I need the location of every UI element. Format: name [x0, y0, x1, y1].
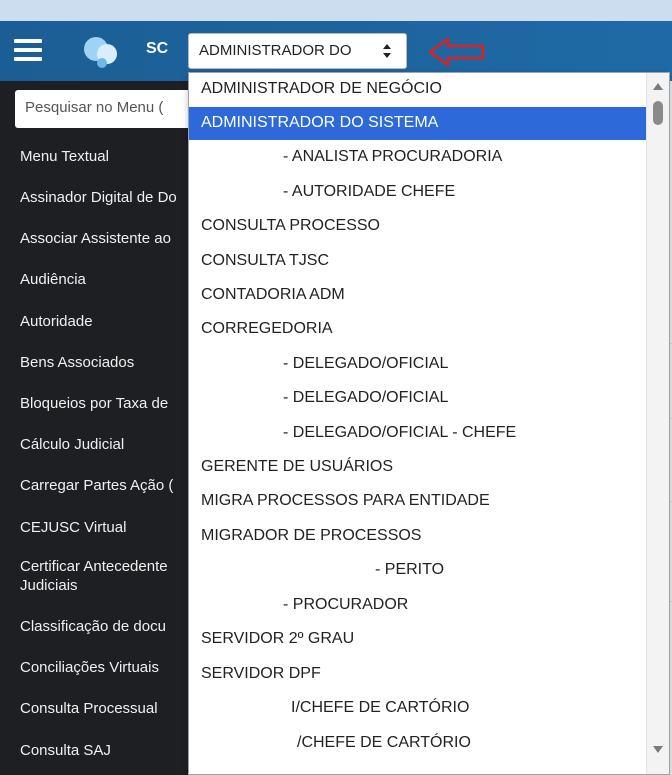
role-option[interactable]: CONSULTA TJSC: [189, 245, 647, 278]
top-strip: [0, 0, 672, 21]
menu-icon[interactable]: [14, 39, 42, 61]
role-option[interactable]: /CHEFE DE CARTÓRIO: [189, 727, 647, 760]
role-option[interactable]: - DELEGADO/OFICIAL: [189, 348, 647, 381]
role-option[interactable]: GERENTE DE USUÁRIOS: [189, 451, 647, 484]
role-option[interactable]: CORREGEDORIA: [189, 313, 647, 346]
org-code: SC: [146, 40, 169, 57]
role-option-selected[interactable]: ADMINISTRADOR DO SISTEMA: [189, 107, 647, 140]
role-option[interactable]: ADMINISTRADOR DE NEGÓCIO: [189, 73, 647, 106]
annotation-arrow-icon: [428, 37, 485, 67]
role-option[interactable]: MIGRADOR DE PROCESSOS: [189, 520, 647, 553]
role-option[interactable]: SERVIDOR DPF: [189, 658, 647, 691]
role-option[interactable]: I/CHEFE DE CARTÓRIO: [189, 692, 647, 725]
role-option[interactable]: - PROCURADOR: [189, 589, 647, 622]
select-arrows-icon: [383, 44, 391, 58]
dropdown-scrollbar[interactable]: [646, 73, 669, 774]
scroll-up-icon[interactable]: [652, 81, 664, 91]
role-option[interactable]: - ANALISTA PROCURADORIA: [189, 141, 647, 174]
role-dropdown-list: ADMINISTRADOR DE NEGÓCIO ADMINISTRADOR D…: [188, 72, 670, 775]
role-option[interactable]: CONTADORIA ADM: [189, 279, 647, 312]
role-select-value: ADMINISTRADOR DO: [199, 42, 352, 59]
role-option[interactable]: CONSULTA PROCESSO: [189, 210, 647, 243]
role-option[interactable]: MIGRA PROCESSOS PARA ENTIDADE: [189, 485, 647, 518]
role-option[interactable]: - AUTORIDADE CHEFE: [189, 176, 647, 209]
logo-icon: [84, 37, 117, 68]
role-select[interactable]: ADMINISTRADOR DO: [188, 33, 407, 69]
role-option[interactable]: - DELEGADO/OFICIAL: [189, 382, 647, 415]
role-option[interactable]: - PERITO: [189, 554, 647, 587]
scroll-down-icon[interactable]: [652, 745, 664, 755]
role-option[interactable]: - DELEGADO/OFICIAL - CHEFE: [189, 417, 647, 450]
scrollbar-thumb[interactable]: [653, 101, 663, 125]
role-option[interactable]: SERVIDOR 2º GRAU: [189, 623, 647, 656]
